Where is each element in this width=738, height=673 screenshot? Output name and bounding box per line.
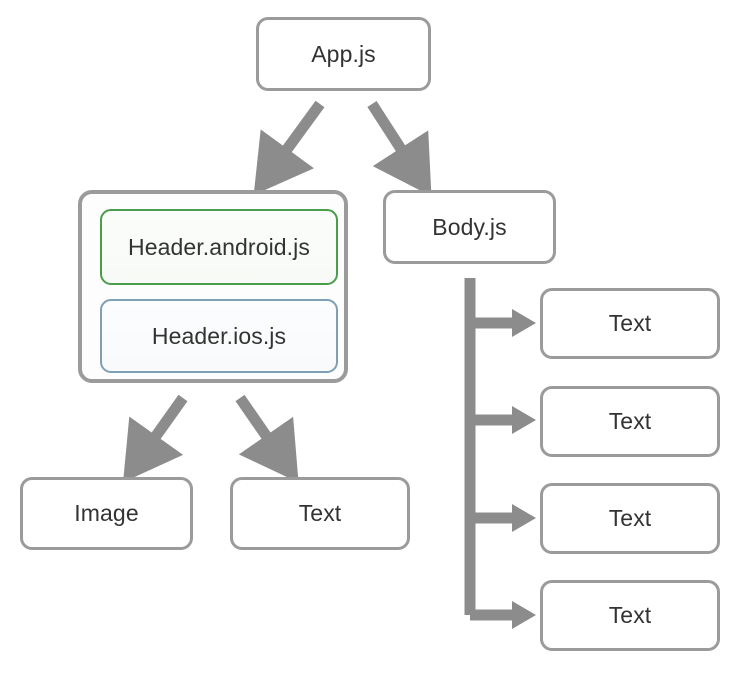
- node-image-label: Image: [74, 500, 139, 526]
- node-text-child-4[interactable]: Text: [540, 580, 720, 651]
- node-image[interactable]: Image: [20, 477, 193, 550]
- node-text-child-2[interactable]: Text: [540, 386, 720, 457]
- node-header-ios-js-label: Header.ios.js: [151, 322, 287, 349]
- node-text-child-3-label: Text: [608, 505, 652, 531]
- node-header-group[interactable]: Header.android.js Header.ios.js: [78, 190, 348, 383]
- node-text-child-2-label: Text: [608, 408, 652, 434]
- edge-header-to-text: [235, 394, 299, 483]
- diagram-canvas: App.js Header.android.js Header.ios.js B…: [0, 0, 738, 673]
- edge-header-to-image: [123, 394, 188, 483]
- edge-app-to-body: [367, 101, 432, 197]
- edge-body-trunk: [464, 278, 536, 629]
- node-text-child-3[interactable]: Text: [540, 483, 720, 554]
- node-header-android-js-label: Header.android.js: [128, 233, 310, 260]
- node-header-ios-js[interactable]: Header.ios.js: [100, 299, 338, 373]
- node-app-js-label: App.js: [311, 40, 376, 67]
- node-text-left-label: Text: [298, 500, 342, 526]
- node-text-child-4-label: Text: [608, 602, 652, 628]
- node-body-js-label: Body.js: [432, 213, 507, 240]
- node-app-js[interactable]: App.js: [256, 17, 431, 91]
- node-text-child-1[interactable]: Text: [540, 288, 720, 359]
- node-text-child-1-label: Text: [608, 310, 652, 336]
- node-header-android-js[interactable]: Header.android.js: [100, 209, 338, 285]
- edge-app-to-header: [253, 100, 325, 196]
- node-text-left[interactable]: Text: [230, 477, 410, 550]
- node-body-js[interactable]: Body.js: [383, 190, 556, 264]
